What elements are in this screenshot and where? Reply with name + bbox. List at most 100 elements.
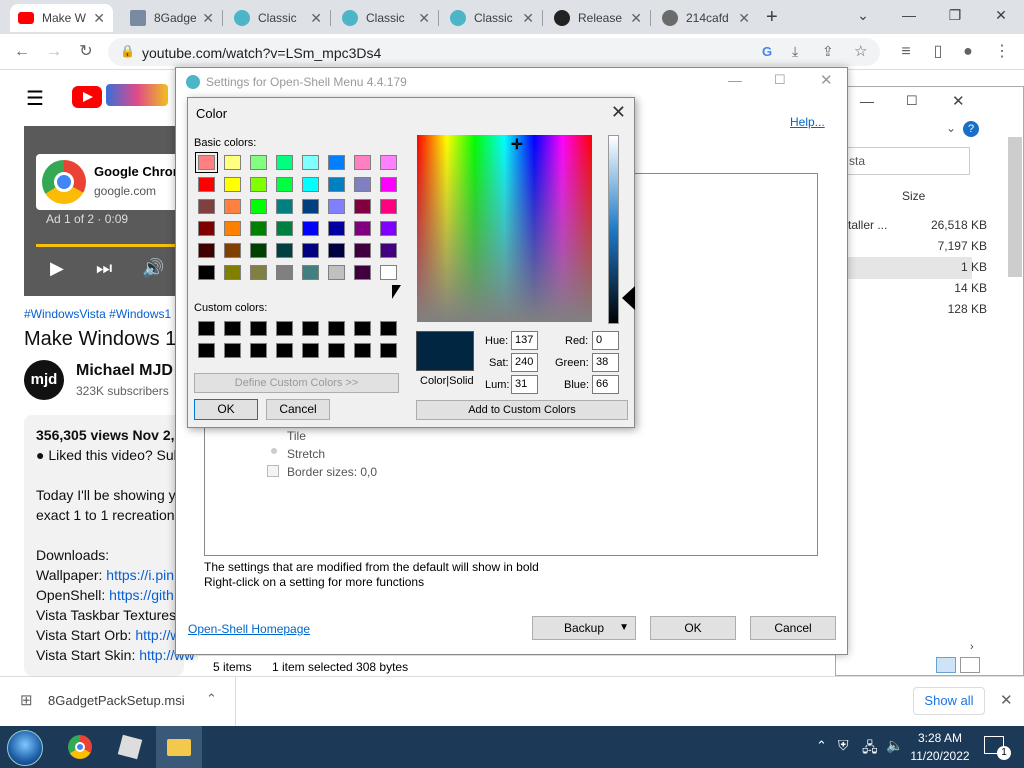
homepage-link[interactable]: Open-Shell Homepage — [188, 622, 310, 636]
color-spectrum[interactable] — [417, 135, 592, 322]
new-tab-button[interactable]: + — [766, 6, 778, 29]
basic-color-swatch[interactable] — [380, 221, 397, 236]
custom-color-swatch[interactable] — [380, 321, 397, 336]
custom-color-swatch[interactable] — [328, 321, 345, 336]
custom-color-swatch[interactable] — [302, 343, 319, 358]
chevron-up-icon[interactable]: ⌃ — [816, 738, 827, 754]
basic-color-swatch[interactable] — [302, 155, 319, 170]
custom-color-swatch[interactable] — [276, 321, 293, 336]
volume-icon[interactable]: 🔊 — [142, 258, 164, 279]
basic-color-swatch[interactable] — [250, 177, 267, 192]
close-window-button[interactable]: ✕ — [820, 71, 833, 89]
define-custom-colors-button[interactable]: Define Custom Colors >> — [194, 373, 399, 393]
channel-name[interactable]: Michael MJD — [76, 362, 173, 380]
basic-color-swatch[interactable] — [302, 199, 319, 214]
install-icon[interactable]: ⤓ — [792, 43, 798, 60]
security-icon[interactable]: ⛨ — [838, 737, 849, 754]
basic-color-swatch[interactable] — [380, 155, 397, 170]
tab-youtube[interactable]: Make W ✕ — [10, 4, 113, 32]
minimize-button[interactable]: — — [728, 72, 742, 88]
custom-color-swatch[interactable] — [380, 343, 397, 358]
media-control-icon[interactable]: ≡ — [896, 42, 916, 62]
basic-color-swatch[interactable] — [354, 177, 371, 192]
close-icon[interactable]: ✕ — [738, 10, 750, 27]
add-to-custom-colors-button[interactable]: Add to Custom Colors — [416, 400, 628, 420]
reload-icon[interactable]: ↻ — [76, 42, 96, 62]
basic-color-swatch[interactable] — [198, 199, 215, 214]
close-icon[interactable]: ✕ — [522, 10, 534, 27]
basic-color-swatch[interactable] — [354, 265, 371, 280]
close-icon[interactable]: ✕ — [418, 10, 430, 27]
custom-color-swatch[interactable] — [250, 343, 267, 358]
clock-time[interactable]: 3:28 AM — [906, 731, 974, 745]
basic-color-swatch[interactable] — [250, 155, 267, 170]
close-icon[interactable]: ✕ — [310, 10, 322, 27]
ad-progress-bar[interactable] — [36, 244, 186, 247]
basic-color-swatch[interactable] — [224, 265, 241, 280]
maximize-button[interactable]: ☐ — [906, 93, 918, 109]
option-stretch[interactable]: Stretch — [287, 447, 325, 461]
minimize-button[interactable]: — — [860, 93, 874, 109]
luminosity-arrow-icon[interactable] — [622, 286, 635, 310]
close-icon[interactable]: ✕ — [202, 10, 214, 27]
maximize-button[interactable]: ☐ — [774, 72, 786, 88]
wallpaper-link[interactable]: https://i.pin — [106, 567, 174, 583]
backup-button[interactable]: Backup ▼ — [532, 616, 636, 640]
close-icon[interactable]: ✕ — [630, 10, 642, 27]
custom-color-swatch[interactable] — [302, 321, 319, 336]
basic-color-swatch[interactable] — [198, 221, 215, 236]
close-window-button[interactable]: ✕ — [952, 92, 965, 110]
basic-color-swatch[interactable] — [354, 243, 371, 258]
basic-color-swatch[interactable] — [328, 199, 345, 214]
menu-kebab-icon[interactable]: ⋮ — [992, 42, 1012, 62]
doodle-logo[interactable] — [106, 84, 168, 106]
tab-search-icon[interactable]: ⌄ — [840, 4, 886, 28]
basic-color-swatch[interactable] — [250, 199, 267, 214]
basic-color-swatch[interactable] — [328, 221, 345, 236]
basic-color-swatch[interactable] — [328, 243, 345, 258]
help-icon[interactable]: ? — [963, 121, 979, 137]
tab-classic-1[interactable]: Classic ✕ — [226, 4, 330, 32]
basic-color-swatch[interactable] — [250, 265, 267, 280]
ok-button[interactable]: OK — [194, 399, 258, 420]
help-link[interactable]: Help... — [790, 115, 825, 129]
red-input[interactable]: 0 — [592, 331, 619, 350]
minimize-button[interactable]: — — [886, 4, 932, 28]
basic-color-swatch[interactable] — [198, 177, 215, 192]
chrome-taskbar-icon[interactable] — [68, 735, 92, 759]
luminosity-slider[interactable] — [608, 135, 619, 324]
explorer-taskbar-button[interactable] — [156, 726, 202, 768]
basic-color-swatch[interactable] — [380, 177, 397, 192]
option-border-sizes[interactable]: Border sizes: 0,0 — [287, 465, 377, 479]
tab-214cafd[interactable]: 214cafd ✕ — [654, 4, 758, 32]
basic-color-swatch[interactable] — [224, 199, 241, 214]
file-name[interactable]: taller ... — [848, 218, 887, 232]
close-icon[interactable]: ✕ — [93, 10, 105, 27]
clock-date[interactable]: 11/20/2022 — [906, 749, 974, 763]
custom-color-swatch[interactable] — [328, 343, 345, 358]
chevron-up-icon[interactable]: ⌃ — [206, 691, 217, 707]
basic-color-swatch[interactable] — [224, 221, 241, 236]
download-item[interactable]: ⊞ 8GadgetPackSetup.msi ⌃ — [0, 677, 236, 726]
custom-color-swatch[interactable] — [354, 321, 371, 336]
basic-color-swatch[interactable] — [250, 243, 267, 258]
basic-color-swatch[interactable] — [276, 221, 293, 236]
basic-color-swatch[interactable] — [224, 243, 241, 258]
basic-color-swatch[interactable] — [224, 177, 241, 192]
restore-button[interactable]: ❐ — [932, 4, 978, 28]
blue-input[interactable]: 66 — [592, 375, 619, 394]
forward-icon[interactable]: → — [44, 42, 64, 62]
basic-color-swatch[interactable] — [224, 155, 241, 170]
tab-releases[interactable]: Release ✕ — [546, 4, 650, 32]
basic-color-swatch[interactable] — [302, 243, 319, 258]
tab-classic-2[interactable]: Classic ✕ — [334, 4, 438, 32]
custom-color-swatch[interactable] — [250, 321, 267, 336]
start-orb-icon[interactable] — [7, 730, 43, 766]
show-all-button[interactable]: Show all — [913, 687, 985, 715]
title-bar[interactable]: Settings for Open-Shell Menu 4.4.179 — ☐… — [176, 68, 847, 96]
basic-color-swatch[interactable] — [302, 221, 319, 236]
roblox-taskbar-icon[interactable] — [117, 734, 143, 760]
hamburger-menu-icon[interactable]: ☰ — [26, 89, 44, 109]
cancel-button[interactable]: Cancel — [750, 616, 836, 640]
ad-card[interactable]: Google Chron google.com — [36, 154, 186, 210]
